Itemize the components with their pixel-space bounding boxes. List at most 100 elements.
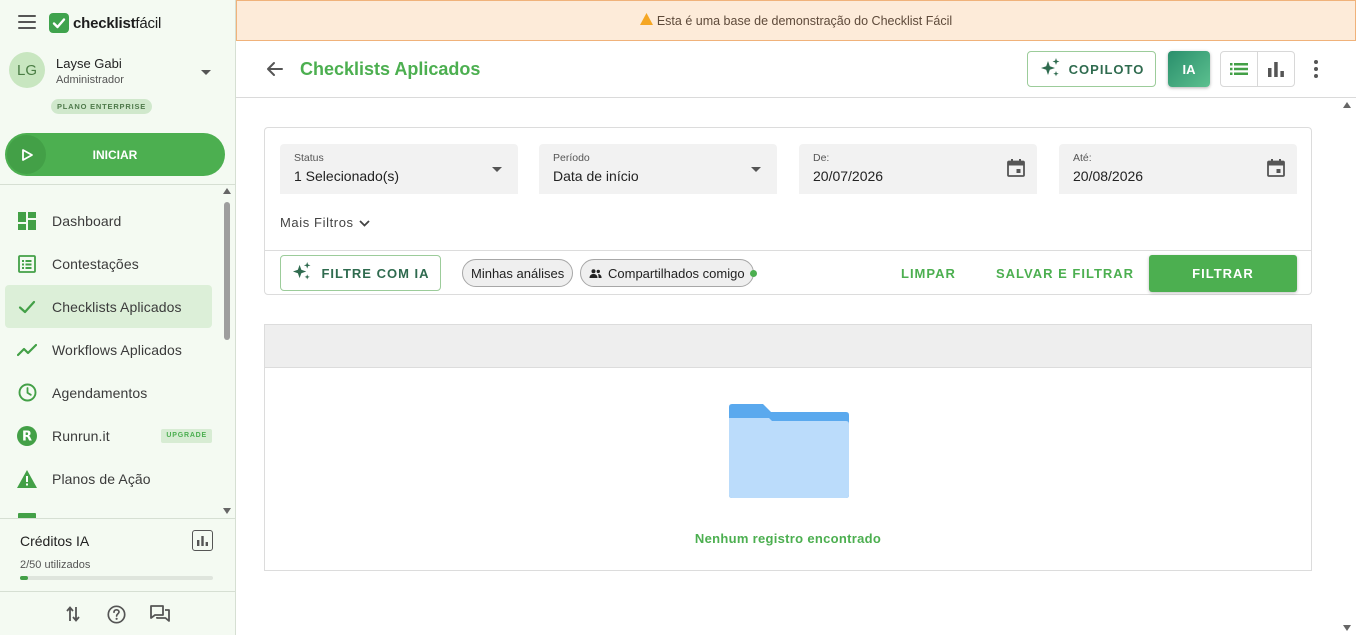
list-alt-icon bbox=[17, 254, 37, 274]
page-title: Checklists Aplicados bbox=[300, 59, 481, 79]
sidebar-item-label: Agendamentos bbox=[52, 384, 148, 401]
sidebar-nav: Dashboard Contestações Checklists Aplica… bbox=[0, 184, 235, 518]
chevron-down-icon[interactable] bbox=[201, 70, 211, 75]
sidebar-item-dashboard[interactable]: Dashboard bbox=[5, 199, 212, 242]
sidebar-item-label: Workflows Aplicados bbox=[52, 341, 183, 358]
people-icon bbox=[589, 268, 602, 278]
user-name: Layse Gabi bbox=[56, 56, 122, 71]
chip-minhas-analises[interactable]: Minhas análises bbox=[462, 259, 574, 287]
ai-credits-used: 2/50 utilizados bbox=[20, 559, 91, 571]
sidebar-header: checklistfácil LG Layse Gabi Administrad… bbox=[0, 0, 235, 184]
chip-compartilhados-comigo[interactable]: Compartilhados comigo bbox=[580, 259, 757, 287]
copiloto-button[interactable]: COPILOTO bbox=[1027, 51, 1156, 87]
menu-icon[interactable] bbox=[18, 15, 36, 29]
copiloto-label: COPILOTO bbox=[1068, 61, 1145, 77]
sidebar-item-workflows-aplicados[interactable]: Workflows Aplicados bbox=[5, 328, 212, 371]
back-arrow-icon[interactable] bbox=[265, 59, 285, 79]
empty-folder-icon bbox=[729, 404, 849, 498]
logo-text: checklistfácil bbox=[73, 14, 162, 32]
warning-icon bbox=[17, 469, 37, 489]
sidebar-item-planos-de-acao[interactable]: Planos de Ação bbox=[5, 457, 212, 500]
calendar-icon[interactable] bbox=[1007, 159, 1025, 177]
period-select[interactable]: Período Data de início bbox=[539, 144, 777, 194]
sidebar-item-agendamentos[interactable]: Agendamentos bbox=[5, 371, 212, 414]
svg-text:R: R bbox=[22, 429, 32, 444]
period-value: Data de início bbox=[553, 168, 639, 184]
status-label: Status bbox=[294, 152, 324, 164]
help-icon[interactable] bbox=[106, 604, 126, 624]
warning-triangle-icon bbox=[639, 13, 653, 28]
date-from-value: 20/07/2026 bbox=[813, 168, 884, 184]
date-to-value: 20/08/2026 bbox=[1073, 168, 1144, 184]
user-role: Administrador bbox=[56, 74, 124, 86]
clock-icon bbox=[17, 383, 37, 403]
start-button[interactable]: INICIAR bbox=[5, 133, 225, 176]
sidebar-item-checklists-aplicados[interactable]: Checklists Aplicados bbox=[5, 285, 212, 328]
scroll-down-icon[interactable] bbox=[1343, 625, 1351, 631]
scroll-up-icon[interactable] bbox=[1343, 102, 1351, 108]
ai-credits-progress-fill bbox=[20, 576, 28, 580]
results-panel: Nenhum registro encontrado bbox=[264, 324, 1312, 571]
upgrade-badge: UPGRADE bbox=[161, 429, 212, 443]
scrollbar-thumb[interactable] bbox=[224, 202, 230, 340]
more-filters-toggle[interactable]: Mais Filtros bbox=[280, 215, 370, 230]
sidebar-item-label: Checklists Aplicados bbox=[52, 298, 182, 315]
forum-icon[interactable] bbox=[150, 604, 170, 624]
sidebar-item-label: Runrun.it bbox=[52, 427, 110, 444]
list-view-icon[interactable] bbox=[1221, 52, 1258, 86]
filter-button[interactable]: FILTRAR bbox=[1149, 255, 1297, 292]
ai-credits-progress bbox=[20, 576, 213, 580]
status-value: 1 Selecionado(s) bbox=[294, 168, 400, 184]
sidebar-item-runrunit[interactable]: R Runrun.it UPGRADE bbox=[5, 414, 212, 457]
play-icon bbox=[7, 135, 46, 174]
sidebar-item-label: Dashboard bbox=[52, 212, 122, 229]
main-scrollbar[interactable] bbox=[1342, 100, 1354, 635]
status-select[interactable]: Status 1 Selecionado(s) bbox=[280, 144, 518, 194]
chart-view-icon[interactable] bbox=[1258, 52, 1294, 86]
page-header: Checklists Aplicados COPILOTO IA bbox=[236, 41, 1356, 98]
chevron-down-icon bbox=[359, 215, 370, 230]
chip-label: Minhas análises bbox=[471, 265, 565, 281]
filters-panel: Status 1 Selecionado(s) Período Data de … bbox=[264, 127, 1312, 295]
results-header bbox=[265, 325, 1311, 368]
check-icon bbox=[17, 297, 37, 317]
logo-check-icon bbox=[49, 13, 69, 33]
ia-button[interactable]: IA bbox=[1168, 51, 1210, 87]
sidebar-item-label: Planos de Ação bbox=[52, 470, 151, 487]
sidebar-item-contestacoes[interactable]: Contestações bbox=[5, 242, 212, 285]
demo-banner-text: Esta é uma base de demonstração do Check… bbox=[656, 13, 953, 28]
bar-chart-icon[interactable] bbox=[192, 530, 213, 551]
ai-credits-panel: Créditos IA 2/50 utilizados bbox=[0, 518, 235, 591]
sidebar: checklistfácil LG Layse Gabi Administrad… bbox=[0, 0, 236, 635]
avatar[interactable]: LG bbox=[9, 52, 45, 88]
sidebar-item-label: Contestações bbox=[52, 255, 139, 272]
save-and-filter-button[interactable]: SALVAR E FILTRAR bbox=[996, 266, 1134, 281]
scroll-down-icon[interactable] bbox=[223, 508, 231, 514]
demo-banner: Esta é uma base de demonstração do Check… bbox=[236, 0, 1356, 41]
chevron-down-icon bbox=[492, 167, 502, 172]
date-to-label: Até: bbox=[1073, 152, 1092, 164]
sidebar-item-partial[interactable] bbox=[5, 500, 212, 518]
runrunit-icon: R bbox=[17, 425, 37, 446]
app-logo[interactable]: checklistfácil bbox=[49, 13, 161, 33]
more-vert-icon[interactable] bbox=[1308, 57, 1324, 81]
date-to-field[interactable]: Até: 20/08/2026 bbox=[1059, 144, 1297, 194]
sidebar-scrollbar[interactable] bbox=[222, 188, 232, 514]
ai-filter-button[interactable]: FILTRE COM IA bbox=[280, 255, 441, 291]
date-from-field[interactable]: De: 20/07/2026 bbox=[799, 144, 1037, 194]
sparkles-icon bbox=[291, 262, 312, 284]
view-toggle bbox=[1220, 51, 1295, 87]
calendar-icon[interactable] bbox=[1267, 159, 1285, 177]
sidebar-footer bbox=[0, 591, 235, 635]
divider bbox=[265, 250, 1311, 251]
scroll-up-icon[interactable] bbox=[223, 188, 231, 194]
period-label: Período bbox=[553, 152, 590, 164]
ai-filter-label: FILTRE COM IA bbox=[321, 265, 430, 281]
clear-button[interactable]: LIMPAR bbox=[901, 266, 956, 281]
chip-label: Compartilhados comigo bbox=[608, 265, 745, 281]
plan-badge: PLANO ENTERPRISE bbox=[51, 99, 153, 114]
date-from-label: De: bbox=[813, 152, 830, 164]
trending-icon bbox=[17, 340, 37, 360]
empty-message: Nenhum registro encontrado bbox=[694, 531, 882, 546]
swap-vert-icon[interactable] bbox=[63, 604, 83, 624]
